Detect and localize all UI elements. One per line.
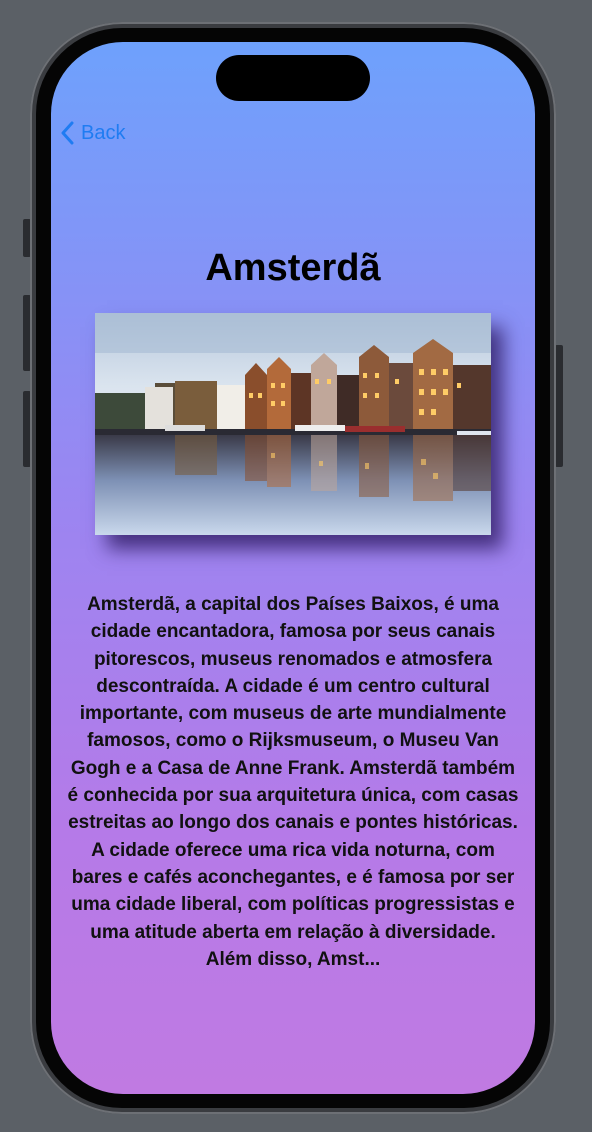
city-photo <box>95 313 491 535</box>
back-button[interactable]: Back <box>61 121 125 145</box>
chevron-left-icon <box>61 121 75 145</box>
city-description: Amsterdã, a capital dos Países Baixos, é… <box>67 594 519 970</box>
screen: Back Amsterdã Amsterdã, a capital dos Pa… <box>51 42 535 1094</box>
page-title: Amsterdã <box>205 247 381 289</box>
amsterdam-canal-image <box>95 313 491 535</box>
power-button <box>555 345 563 467</box>
dynamic-island <box>216 55 370 101</box>
back-label: Back <box>81 121 126 144</box>
